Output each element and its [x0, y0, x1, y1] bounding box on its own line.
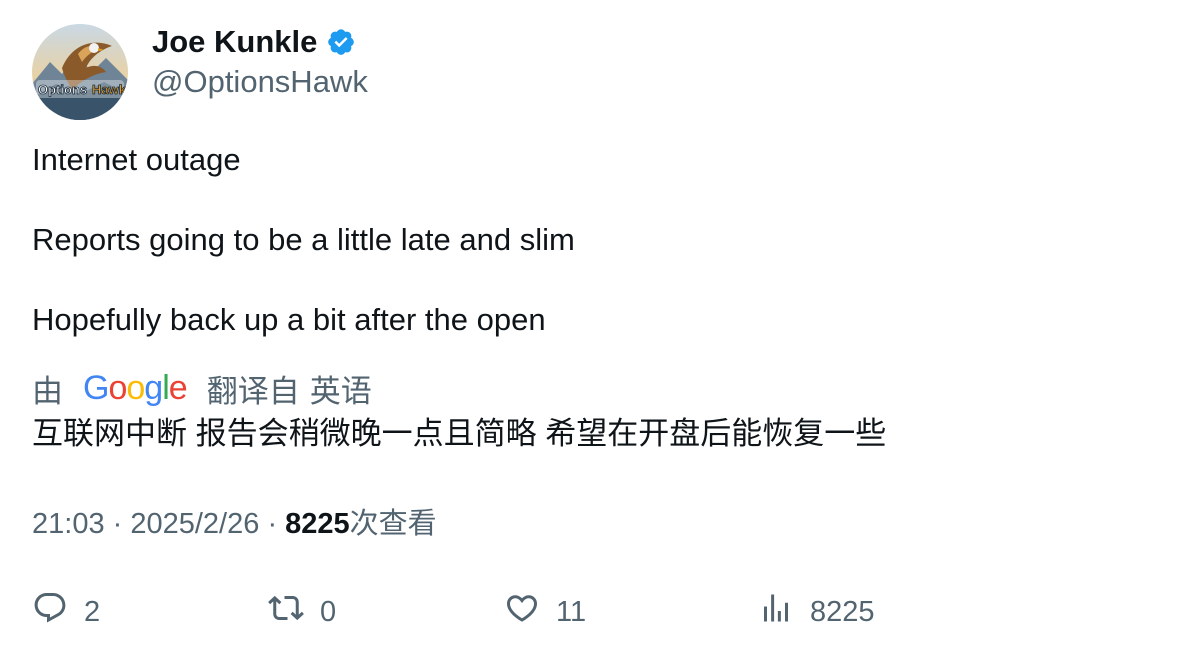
reply-count: 2 — [84, 595, 101, 628]
google-logo: Google — [83, 368, 188, 407]
translated-text: 互联网中断 报告会稍微晚一点且简略 希望在开盘后能恢复一些 — [32, 416, 887, 451]
author-block: Joe Kunkle @OptionsHawk — [152, 22, 368, 102]
action-bar: 2 0 11 8225 — [32, 588, 1132, 636]
like-count: 11 — [556, 595, 587, 628]
reply-button[interactable]: 2 — [32, 588, 100, 636]
tweet-meta: 21:03 · 2025/2/26 · 8225次查看 — [32, 504, 437, 544]
verified-badge-icon[interactable] — [326, 27, 356, 57]
like-icon — [504, 590, 540, 634]
svg-text:Hawk: Hawk — [92, 82, 127, 97]
retweet-button[interactable]: 0 — [268, 588, 336, 636]
tweet-paragraph: Hopefully back up a bit after the open — [32, 302, 546, 337]
meta-separator: · — [112, 508, 131, 540]
avatar-image: Options Hawk — [32, 24, 128, 120]
tweet-paragraph: Reports going to be a little late and sl… — [32, 222, 575, 257]
views-count-action: 8225 — [810, 595, 875, 628]
reply-icon — [32, 590, 68, 634]
translation-attribution[interactable]: 由 Google 翻译自 英语 — [32, 366, 372, 410]
retweet-icon — [268, 590, 304, 634]
views-button[interactable]: 8225 — [758, 588, 875, 636]
meta-separator: · — [267, 508, 286, 540]
avatar[interactable]: Options Hawk — [32, 24, 128, 120]
handle[interactable]: @OptionsHawk — [152, 62, 368, 102]
tweet-text: Internet outage Reports going to be a li… — [32, 140, 575, 340]
views-count: 8225 — [285, 508, 350, 540]
like-button[interactable]: 11 — [504, 588, 586, 636]
translate-language: 英语 — [309, 373, 372, 409]
views-icon — [758, 590, 794, 634]
tweet-date[interactable]: 2025/2/26 — [130, 508, 259, 540]
svg-text:Options: Options — [38, 82, 87, 97]
tweet-paragraph: Internet outage — [32, 142, 241, 177]
display-name[interactable]: Joe Kunkle — [152, 22, 317, 62]
retweet-count: 0 — [320, 595, 337, 628]
tweet-time[interactable]: 21:03 — [32, 508, 105, 540]
tweet: Options Hawk Joe Kunkle @OptionsHawk Int… — [0, 0, 1196, 658]
translate-suffix: 翻译自 — [206, 373, 300, 409]
views-label: 次查看 — [349, 508, 437, 540]
translate-prefix: 由 — [32, 373, 63, 409]
name-row: Joe Kunkle — [152, 22, 368, 62]
